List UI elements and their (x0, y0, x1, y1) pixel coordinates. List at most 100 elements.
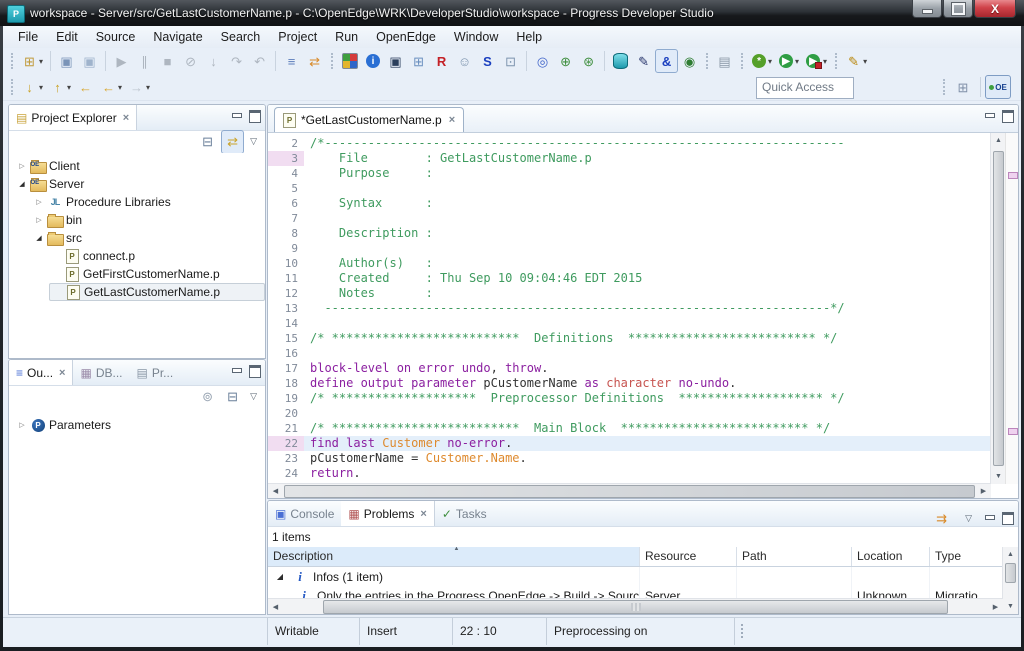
console-view-button[interactable]: ▣ (384, 49, 407, 73)
project-item-getlastcustomername-p[interactable]: PGetLastCustomerName.p (49, 283, 265, 301)
quick-access-input[interactable]: Quick Access (756, 77, 854, 99)
overview-ruler[interactable] (1005, 133, 1018, 484)
problems-tab-console[interactable]: ▣Console (268, 501, 341, 526)
code-line-4[interactable]: 4 Purpose : (268, 166, 1018, 181)
column-header-resource[interactable]: Resource (640, 547, 737, 566)
project-item-procedure-libraries[interactable]: ▷JLProcedure Libraries (32, 193, 265, 211)
code-line-14[interactable]: 14 (268, 316, 1018, 331)
editor-minimize-icon[interactable] (984, 112, 994, 121)
code-line-23[interactable]: 23pCustomerName = Customer.Name. (268, 451, 1018, 466)
scroll-down-icon[interactable]: ▼ (991, 469, 1006, 484)
code-line-19[interactable]: 19/* ******************** Preprocessor D… (268, 391, 1018, 406)
code-line-6[interactable]: 6 Syntax : (268, 196, 1018, 211)
problems-horizontal-scrollbar[interactable]: ◀ ▶ (268, 598, 1003, 614)
code-line-21[interactable]: 21/* ************************** Main Blo… (268, 421, 1018, 436)
outline-tab-ou[interactable]: ≡Ou...× (9, 360, 73, 385)
code-line-16[interactable]: 16 (268, 346, 1018, 361)
view-menu-icon[interactable]: ▽ (246, 136, 261, 147)
scroll-right-icon[interactable]: ▶ (976, 484, 991, 498)
custom-filter-button[interactable]: ⊚ (196, 385, 219, 409)
new-wizard-button[interactable]: ⊞▾ (18, 49, 46, 73)
problems-tab-problems[interactable]: ▦Problems× (341, 501, 434, 526)
code-line-11[interactable]: 11 Created : Thu Sep 10 09:04:46 EDT 201… (268, 271, 1018, 286)
column-header-description[interactable]: Description▲ (268, 547, 640, 566)
info-search-button[interactable]: i (362, 49, 384, 73)
code-line-10[interactable]: 10 Author(s) : (268, 256, 1018, 271)
tree-expander-icon[interactable]: ▷ (32, 198, 46, 206)
problems-tab-close-icon[interactable]: × (420, 508, 426, 520)
debug-dropdown[interactable]: ▾ (768, 57, 772, 66)
next-annotation-button[interactable]: ↓▾ (18, 75, 46, 99)
run-button[interactable]: ▶▾ (775, 49, 802, 73)
save-button[interactable]: ▣ (55, 49, 78, 73)
code-line-8[interactable]: 8 Description : (268, 226, 1018, 241)
project-explorer-maximize-icon[interactable] (249, 110, 261, 123)
forward-dropdown[interactable]: ▾ (146, 83, 150, 92)
editor-maximize-icon[interactable] (1002, 110, 1014, 123)
save-all-button[interactable]: ▣ (78, 49, 101, 73)
compile-r-button[interactable]: R (430, 49, 453, 73)
oe-perspective-button[interactable]: OE (985, 75, 1011, 99)
editor-tab[interactable]: P *GetLastCustomerName.p × (274, 107, 464, 132)
minimize-button[interactable] (912, 0, 942, 18)
window-arrow-button[interactable]: ⊡ (499, 49, 522, 73)
outline-tab-db[interactable]: ▦DB... (73, 360, 129, 385)
open-perspective-button[interactable]: ⊞ (950, 75, 976, 99)
outline-tab-pr[interactable]: ▤Pr... (129, 360, 180, 385)
scroll-up-icon[interactable]: ▲ (991, 133, 1006, 148)
tree-expander-icon[interactable]: ◢ (15, 180, 29, 188)
scroll-up-icon[interactable]: ▲ (1003, 547, 1018, 562)
globe-db-button[interactable]: ◉ (678, 49, 701, 73)
project-explorer-tab-close-icon[interactable]: × (123, 112, 129, 124)
filter-arrows-button[interactable]: ⇉ (930, 506, 953, 530)
project-explorer-tab-project-explorer[interactable]: ▤Project Explorer× (9, 105, 137, 130)
view-menu-icon[interactable]: ▽ (961, 513, 976, 524)
code-line-9[interactable]: 9 (268, 241, 1018, 256)
code-line-22[interactable]: 22find last Customer no-error. (268, 436, 1018, 451)
debug-button[interactable]: *▾ (748, 49, 775, 73)
editor-hscroll-thumb[interactable] (284, 485, 975, 498)
link-with-editor-button[interactable]: ⇄ (221, 130, 244, 154)
pencil-button[interactable]: ✎ (632, 49, 655, 73)
collapse-all-button[interactable]: ⊟ (196, 130, 219, 154)
tiles-button[interactable]: ⊞ (407, 49, 430, 73)
tree-expander-icon[interactable]: ◢ (273, 572, 287, 581)
code-line-24[interactable]: 24return. (268, 466, 1018, 481)
menu-openedge[interactable]: OpenEdge (367, 27, 445, 47)
editor-vscroll-thumb[interactable] (993, 151, 1004, 466)
outline-minimize-icon[interactable] (231, 367, 241, 376)
syntax-check-button[interactable]: S (476, 49, 499, 73)
annotation-mark[interactable] (1008, 428, 1018, 435)
column-header-location[interactable]: Location (852, 547, 930, 566)
project-item-connect-p[interactable]: Pconnect.p (49, 247, 265, 265)
menu-search[interactable]: Search (212, 27, 270, 47)
problems-maximize-icon[interactable] (1002, 512, 1014, 525)
menu-source[interactable]: Source (87, 27, 145, 47)
code-editor[interactable]: 2/*-------------------------------------… (268, 133, 1018, 484)
profile-dropdown[interactable]: ▾ (823, 57, 827, 66)
scroll-left-icon[interactable]: ◀ (268, 600, 283, 614)
view-menu-icon[interactable]: ▽ (246, 391, 261, 402)
title-bar[interactable]: P workspace - Server/src/GetLastCustomer… (0, 0, 1024, 26)
project-item-getfirstcustomername-p[interactable]: PGetFirstCustomerName.p (49, 265, 265, 283)
code-line-17[interactable]: 17block-level on error undo, throw. (268, 361, 1018, 376)
scroll-down-icon[interactable]: ▼ (1003, 599, 1018, 614)
code-line-13[interactable]: 13 -------------------------------------… (268, 301, 1018, 316)
menu-run[interactable]: Run (326, 27, 367, 47)
code-line-2[interactable]: 2/*-------------------------------------… (268, 136, 1018, 151)
view-list-button[interactable]: ≡ (280, 49, 303, 73)
menu-help[interactable]: Help (507, 27, 551, 47)
project-explorer-minimize-icon[interactable] (231, 112, 241, 121)
problems-vscroll-thumb[interactable] (1005, 563, 1016, 583)
tree-expander-icon[interactable]: ◢ (32, 234, 46, 242)
maximize-button[interactable] (943, 0, 973, 18)
ampersand-toggle-button[interactable]: & (655, 49, 678, 73)
close-button[interactable]: X (974, 0, 1016, 18)
code-line-15[interactable]: 15/* ************************** Definiti… (268, 331, 1018, 346)
new-wizard-dropdown[interactable]: ▾ (39, 57, 43, 66)
back-button[interactable]: ←▾ (97, 75, 125, 99)
code-line-7[interactable]: 7 (268, 211, 1018, 226)
problems-minimize-icon[interactable] (984, 514, 994, 523)
collapse-all-button[interactable]: ⊟ (221, 385, 244, 409)
column-header-type[interactable]: Type (930, 547, 1003, 566)
